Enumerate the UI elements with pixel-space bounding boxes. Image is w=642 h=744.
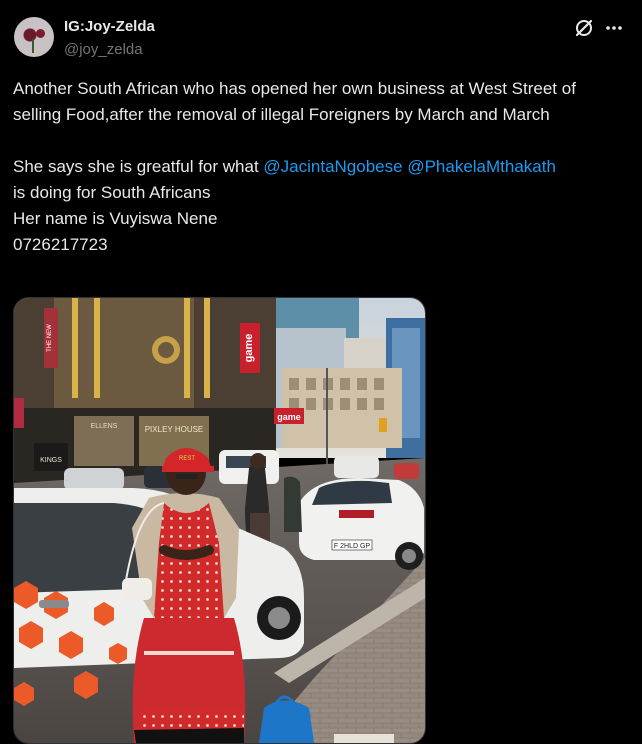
rose-stem: [32, 39, 34, 53]
tweet-paragraph-4: Her name is Vuyiswa Nene: [13, 209, 218, 228]
mention-link-jacinta[interactable]: @JacintaNgobese: [263, 157, 402, 176]
sign-game-vertical: game: [243, 334, 255, 363]
rose-bloom: [36, 29, 45, 38]
tweet-text: Another South African who has opened her…: [13, 76, 625, 258]
sign-kings: KINGS: [40, 457, 62, 464]
mention-link-phakela[interactable]: @PhakelaMthakath: [407, 157, 556, 176]
grok-icon[interactable]: [573, 17, 595, 39]
author-display-name[interactable]: IG:Joy-Zelda: [64, 18, 155, 35]
tweet-photo[interactable]: THE NEW game ELLENS PIXLEY HOUSE KINGS g…: [13, 297, 426, 744]
sign-newspaper: THE NEW: [47, 324, 53, 352]
sign-pixley: PIXLEY HOUSE: [145, 425, 204, 434]
tweet-paragraph-3: is doing for South Africans: [13, 183, 211, 202]
street-photo-illustration: THE NEW game ELLENS PIXLEY HOUSE KINGS g…: [14, 298, 425, 743]
tweet-paragraph-2: She says she is greatful for what @Jacin…: [13, 154, 625, 180]
tweet-text-prefix: She says she is greatful for what: [13, 157, 264, 176]
tweet-paragraph-1: Another South African who has opened her…: [13, 79, 576, 124]
more-options-icon[interactable]: [603, 17, 625, 39]
author-handle[interactable]: @joy_zelda: [64, 41, 143, 58]
sign-ellens: ELLENS: [91, 423, 118, 430]
car-plate: F 2HLD GP: [334, 543, 371, 550]
cap-text: REST: [179, 456, 195, 462]
sign-game-small: game: [277, 412, 301, 422]
tweet-post: IG:Joy-Zelda @joy_zelda Another South Af…: [0, 0, 642, 744]
author-avatar[interactable]: [14, 17, 54, 57]
tweet-paragraph-5: 0726217723: [13, 235, 108, 254]
